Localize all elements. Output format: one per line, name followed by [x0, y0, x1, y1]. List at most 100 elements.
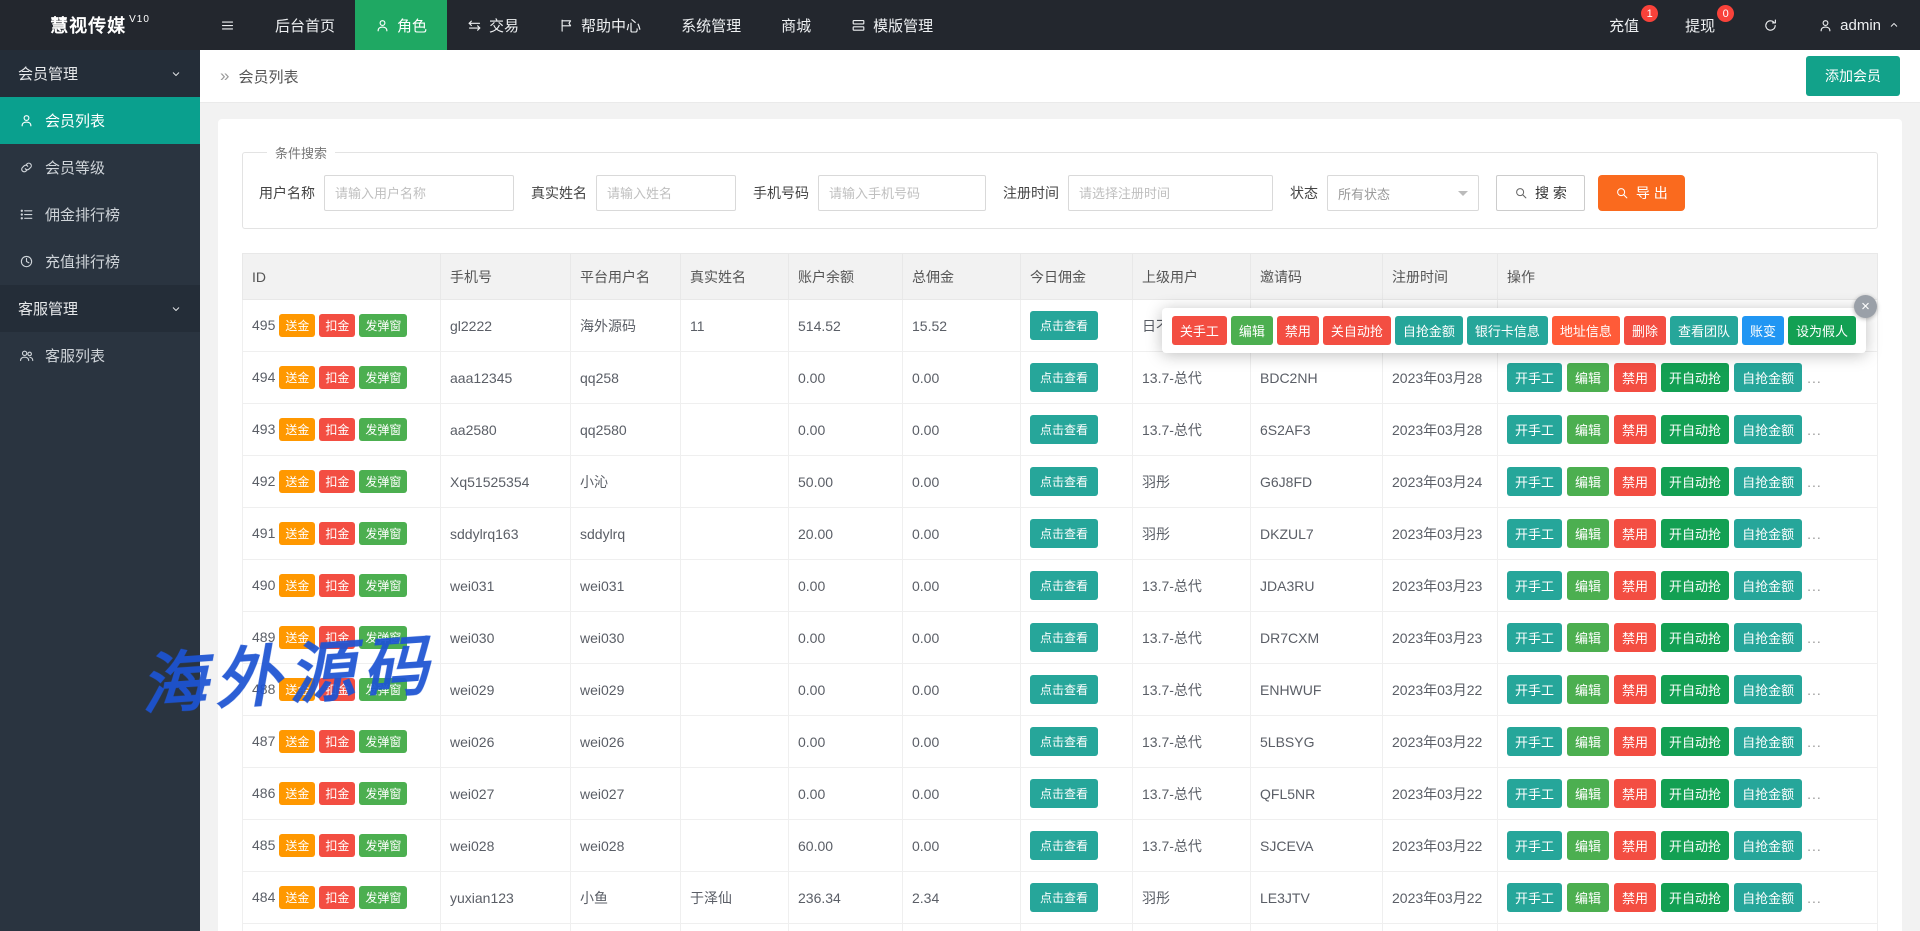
send-popup-button[interactable]: 发弹窗	[359, 366, 407, 389]
sidebar-item-commission-rank[interactable]: 佣金排行榜	[0, 191, 200, 238]
edit-button[interactable]: 编辑	[1567, 883, 1609, 912]
view-commission-button[interactable]: 点击查看	[1030, 623, 1098, 652]
send-popup-button[interactable]: 发弹窗	[359, 522, 407, 545]
grab-amount-button[interactable]: 自抢金额	[1734, 467, 1802, 496]
status-select[interactable]: 所有状态	[1327, 175, 1479, 211]
edit-button[interactable]: 编辑	[1567, 623, 1609, 652]
manual-off-button[interactable]: 关手工	[1172, 316, 1227, 345]
send-gold-button[interactable]: 送金	[279, 314, 315, 337]
send-popup-button[interactable]: 发弹窗	[359, 314, 407, 337]
grab-amount-button[interactable]: 自抢金额	[1734, 415, 1802, 444]
username-input[interactable]	[324, 175, 514, 211]
bank-card-info-button[interactable]: 银行卡信息	[1467, 316, 1548, 345]
grab-amount-button[interactable]: 自抢金额	[1734, 519, 1802, 548]
view-commission-button[interactable]: 点击查看	[1030, 363, 1098, 392]
manual-on-button[interactable]: 开手工	[1507, 623, 1562, 652]
deduct-gold-button[interactable]: 扣金	[319, 782, 355, 805]
edit-button[interactable]: 编辑	[1567, 415, 1609, 444]
nav-item-help-center[interactable]: 帮助中心	[539, 0, 661, 50]
auto-grab-on-button[interactable]: 开自动抢	[1661, 779, 1729, 808]
send-popup-button[interactable]: 发弹窗	[359, 886, 407, 909]
deduct-gold-button[interactable]: 扣金	[319, 366, 355, 389]
more-actions-button[interactable]: ...	[1807, 474, 1822, 490]
manual-on-button[interactable]: 开手工	[1507, 363, 1562, 392]
auto-grab-on-button[interactable]: 开自动抢	[1661, 675, 1729, 704]
manual-on-button[interactable]: 开手工	[1507, 675, 1562, 704]
more-actions-button[interactable]: ...	[1807, 526, 1822, 542]
sidebar-group-member-mgmt[interactable]: 会员管理	[0, 50, 200, 97]
more-actions-button[interactable]: ...	[1807, 578, 1822, 594]
more-actions-button[interactable]: ...	[1807, 370, 1822, 386]
grab-amount-button[interactable]: 自抢金额	[1734, 675, 1802, 704]
edit-button[interactable]: 编辑	[1567, 831, 1609, 860]
manual-on-button[interactable]: 开手工	[1507, 571, 1562, 600]
edit-button[interactable]: 编辑	[1567, 519, 1609, 548]
view-commission-button[interactable]: 点击查看	[1030, 831, 1098, 860]
send-gold-button[interactable]: 送金	[279, 678, 315, 701]
manual-on-button[interactable]: 开手工	[1507, 467, 1562, 496]
manual-on-button[interactable]: 开手工	[1507, 415, 1562, 444]
sidebar-item-member-level[interactable]: 会员等级	[0, 144, 200, 191]
recharge-button[interactable]: 充值 1	[1591, 0, 1667, 50]
grab-amount-button[interactable]: 自抢金额	[1734, 727, 1802, 756]
sidebar-item-service-list[interactable]: 客服列表	[0, 332, 200, 379]
deduct-gold-button[interactable]: 扣金	[319, 626, 355, 649]
grab-amount-button[interactable]: 自抢金额	[1734, 571, 1802, 600]
manual-on-button[interactable]: 开手工	[1507, 727, 1562, 756]
grab-amount-button[interactable]: 自抢金额	[1734, 883, 1802, 912]
view-commission-button[interactable]: 点击查看	[1030, 883, 1098, 912]
nav-item-system[interactable]: 系统管理	[661, 0, 761, 50]
disable-button[interactable]: 禁用	[1614, 883, 1656, 912]
deduct-gold-button[interactable]: 扣金	[319, 470, 355, 493]
more-actions-button[interactable]: ...	[1807, 422, 1822, 438]
delete-button[interactable]: 删除	[1624, 316, 1666, 345]
send-gold-button[interactable]: 送金	[279, 366, 315, 389]
nav-item-trade[interactable]: 交易	[447, 0, 539, 50]
balance-change-button[interactable]: 账变	[1742, 316, 1784, 345]
manual-on-button[interactable]: 开手工	[1507, 831, 1562, 860]
set-fake-user-button[interactable]: 设为假人	[1788, 316, 1856, 345]
disable-button[interactable]: 禁用	[1614, 415, 1656, 444]
grab-amount-button[interactable]: 自抢金额	[1734, 363, 1802, 392]
edit-button[interactable]: 编辑	[1567, 675, 1609, 704]
grab-amount-button[interactable]: 自抢金额	[1395, 316, 1463, 345]
auto-grab-on-button[interactable]: 开自动抢	[1661, 623, 1729, 652]
deduct-gold-button[interactable]: 扣金	[319, 834, 355, 857]
edit-button[interactable]: 编辑	[1231, 316, 1273, 345]
send-gold-button[interactable]: 送金	[279, 470, 315, 493]
send-gold-button[interactable]: 送金	[279, 418, 315, 441]
search-button[interactable]: 搜 索	[1496, 175, 1585, 211]
more-actions-button[interactable]: ...	[1807, 734, 1822, 750]
more-actions-button[interactable]: ...	[1807, 630, 1822, 646]
disable-button[interactable]: 禁用	[1614, 623, 1656, 652]
view-commission-button[interactable]: 点击查看	[1030, 415, 1098, 444]
deduct-gold-button[interactable]: 扣金	[319, 678, 355, 701]
regtime-input[interactable]	[1068, 175, 1273, 211]
export-button[interactable]: 导 出	[1598, 175, 1685, 211]
view-commission-button[interactable]: 点击查看	[1030, 467, 1098, 496]
send-gold-button[interactable]: 送金	[279, 782, 315, 805]
disable-button[interactable]: 禁用	[1614, 779, 1656, 808]
deduct-gold-button[interactable]: 扣金	[319, 418, 355, 441]
deduct-gold-button[interactable]: 扣金	[319, 522, 355, 545]
send-popup-button[interactable]: 发弹窗	[359, 418, 407, 441]
auto-grab-on-button[interactable]: 开自动抢	[1661, 883, 1729, 912]
send-popup-button[interactable]: 发弹窗	[359, 470, 407, 493]
deduct-gold-button[interactable]: 扣金	[319, 886, 355, 909]
sidebar-toggle-button[interactable]	[200, 0, 255, 50]
disable-button[interactable]: 禁用	[1614, 363, 1656, 392]
admin-menu[interactable]: admin	[1798, 0, 1920, 50]
edit-button[interactable]: 编辑	[1567, 363, 1609, 392]
nav-item-home[interactable]: 后台首页	[255, 0, 355, 50]
send-gold-button[interactable]: 送金	[279, 886, 315, 909]
refresh-button[interactable]	[1743, 0, 1798, 50]
send-gold-button[interactable]: 送金	[279, 626, 315, 649]
more-actions-button[interactable]: ...	[1807, 682, 1822, 698]
manual-on-button[interactable]: 开手工	[1507, 519, 1562, 548]
phone-input[interactable]	[818, 175, 986, 211]
disable-button[interactable]: 禁用	[1614, 467, 1656, 496]
grab-amount-button[interactable]: 自抢金额	[1734, 623, 1802, 652]
send-gold-button[interactable]: 送金	[279, 730, 315, 753]
manual-on-button[interactable]: 开手工	[1507, 779, 1562, 808]
send-popup-button[interactable]: 发弹窗	[359, 574, 407, 597]
